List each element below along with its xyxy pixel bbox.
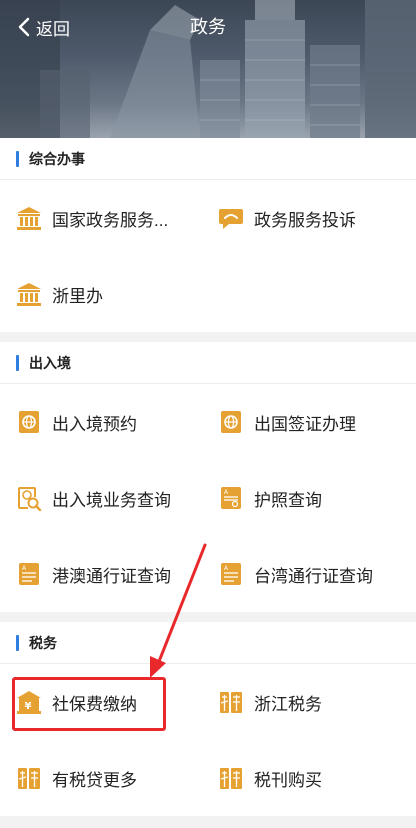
service-row: ¥ 社保费缴纳 浙江税务 bbox=[0, 664, 416, 740]
section-header: 出入境 bbox=[0, 342, 416, 384]
service-label: 台湾通行证查询 bbox=[254, 566, 373, 586]
section-header: 税务 bbox=[0, 622, 416, 664]
service-label: 社保费缴纳 bbox=[52, 694, 137, 714]
service-zheliban[interactable]: 浙里办 bbox=[0, 256, 208, 332]
service-taiwan-permit-query[interactable]: A 台湾通行证查询 bbox=[208, 536, 416, 612]
service-label: 税刊购买 bbox=[254, 770, 322, 790]
government-building-icon bbox=[17, 207, 41, 230]
service-complaint[interactable]: 政务服务投诉 bbox=[208, 180, 416, 256]
service-label: 浙江税务 bbox=[254, 694, 322, 714]
service-exit-entry-query[interactable]: 出入境业务查询 bbox=[0, 460, 208, 536]
section-general-affairs: 综合办事 国家政务服务... 政务服务投诉 浙里办 bbox=[0, 138, 416, 332]
section-title: 综合办事 bbox=[29, 150, 85, 167]
section-accent-bar bbox=[16, 634, 19, 651]
page-title: 政务 bbox=[190, 17, 226, 37]
service-national-gov-services[interactable]: 国家政务服务... bbox=[0, 180, 208, 256]
passport-globe-icon bbox=[19, 411, 39, 433]
service-label: 出入境预约 bbox=[52, 414, 137, 434]
section-accent-bar bbox=[16, 354, 19, 371]
document-lines-icon: A bbox=[19, 563, 39, 585]
section-accent-bar bbox=[16, 150, 19, 167]
service-zhejiang-tax[interactable]: 浙江税务 bbox=[208, 664, 416, 740]
section-divider bbox=[0, 332, 416, 342]
service-row: 出入境业务查询 A 护照查询 bbox=[0, 460, 416, 536]
service-label: 港澳通行证查询 bbox=[52, 566, 171, 586]
section-exit-entry: 出入境 出入境预约 出国签证办理 出入境业务查询 A 护照查询 A 港澳通行证查… bbox=[0, 342, 416, 612]
svg-text:¥: ¥ bbox=[25, 701, 32, 712]
passport-search-icon bbox=[18, 487, 42, 511]
service-row: 国家政务服务... 政务服务投诉 bbox=[0, 180, 416, 256]
yuan-building-icon: ¥ bbox=[17, 691, 41, 714]
service-row: 有税贷更多 税刊购买 bbox=[0, 740, 416, 816]
service-hk-macau-permit-query[interactable]: A 港澳通行证查询 bbox=[0, 536, 208, 612]
tax-icon bbox=[220, 692, 242, 713]
service-visa-application[interactable]: 出国签证办理 bbox=[208, 384, 416, 460]
service-list: 综合办事 国家政务服务... 政务服务投诉 浙里办 出入境 出入境预约 出国签证… bbox=[0, 138, 416, 816]
service-label: 出国签证办理 bbox=[254, 414, 356, 434]
service-passport-query[interactable]: A 护照查询 bbox=[208, 460, 416, 536]
section-divider bbox=[0, 612, 416, 622]
section-header: 综合办事 bbox=[0, 138, 416, 180]
tax-icon bbox=[18, 768, 40, 789]
service-label: 有税贷更多 bbox=[52, 770, 137, 790]
document-lines-icon: A bbox=[221, 563, 241, 585]
document-icon: A bbox=[221, 487, 241, 509]
service-label: 护照查询 bbox=[254, 490, 322, 510]
service-tax-publication-purchase[interactable]: 税刊购买 bbox=[208, 740, 416, 816]
service-social-insurance-payment[interactable]: ¥ 社保费缴纳 bbox=[0, 664, 208, 740]
section-title: 税务 bbox=[29, 634, 57, 651]
header-banner: 返回 政务 bbox=[0, 0, 416, 138]
government-building-icon bbox=[17, 283, 41, 306]
service-tax-loan[interactable]: 有税贷更多 bbox=[0, 740, 208, 816]
service-row: 出入境预约 出国签证办理 bbox=[0, 384, 416, 460]
passport-globe-icon bbox=[221, 411, 241, 433]
section-tax: 税务 ¥ 社保费缴纳 浙江税务 有税贷更多 税刊购买 bbox=[0, 622, 416, 816]
service-label: 国家政务服务... bbox=[52, 210, 169, 230]
service-row: 浙里办 bbox=[0, 256, 416, 332]
service-label: 出入境业务查询 bbox=[52, 490, 171, 510]
service-label: 政务服务投诉 bbox=[254, 210, 356, 230]
service-exit-entry-appointment[interactable]: 出入境预约 bbox=[0, 384, 208, 460]
tax-icon bbox=[220, 768, 242, 789]
service-row: A 港澳通行证查询 A 台湾通行证查询 bbox=[0, 536, 416, 612]
service-label: 浙里办 bbox=[52, 286, 103, 306]
chat-bubble-icon bbox=[219, 209, 243, 229]
section-title: 出入境 bbox=[29, 354, 71, 371]
